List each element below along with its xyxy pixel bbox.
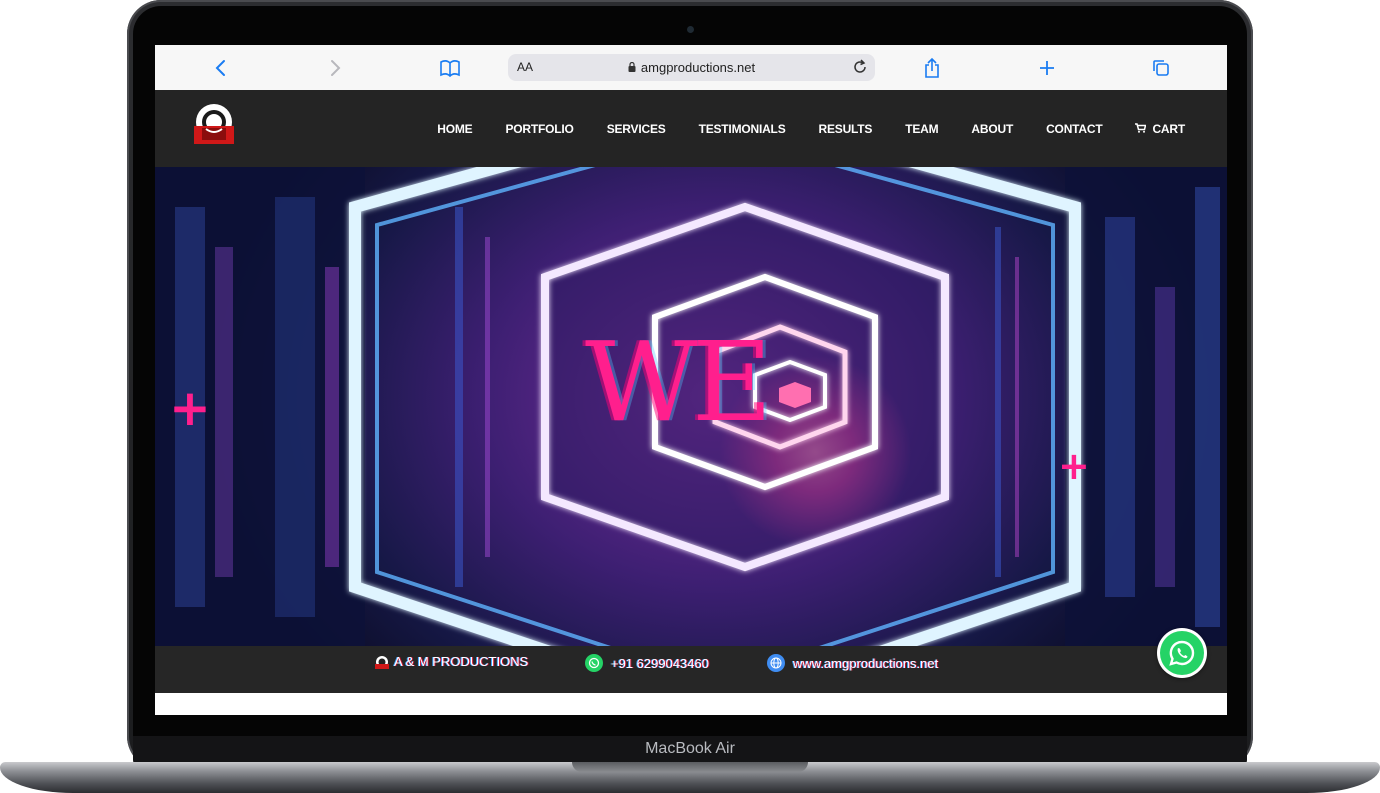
whatsapp-chat-button[interactable] bbox=[1157, 628, 1207, 678]
nav-cart-label: CART bbox=[1152, 122, 1185, 136]
plus-decoration-right: + bbox=[1058, 444, 1090, 488]
cart-icon bbox=[1135, 122, 1147, 136]
back-button[interactable] bbox=[208, 55, 234, 81]
lock-icon bbox=[628, 60, 636, 75]
plus-decoration-left: + bbox=[169, 379, 211, 437]
phone-number: +91 6299043460 bbox=[611, 655, 709, 671]
bookmarks-button[interactable] bbox=[437, 55, 463, 81]
nav-about[interactable]: ABOUT bbox=[971, 122, 1013, 136]
whatsapp-icon bbox=[585, 654, 603, 672]
nav-testimonials[interactable]: TESTIMONIALS bbox=[699, 122, 786, 136]
brand-logo-icon bbox=[373, 655, 391, 669]
camera-icon bbox=[687, 26, 694, 33]
plus-icon bbox=[1040, 61, 1054, 75]
main-menu: HOME PORTFOLIO SERVICES TESTIMONIALS RES… bbox=[437, 122, 1185, 136]
laptop-notch bbox=[572, 762, 808, 772]
tabs-button[interactable] bbox=[1148, 55, 1174, 81]
url-display[interactable]: amgproductions.net bbox=[508, 60, 875, 75]
hero-headline: WE bbox=[585, 318, 772, 446]
new-tab-button[interactable] bbox=[1034, 55, 1060, 81]
nav-team[interactable]: TEAM bbox=[905, 122, 938, 136]
website-info[interactable]: www.amgproductions.net bbox=[767, 654, 938, 672]
chevron-left-icon bbox=[215, 60, 225, 76]
nav-home[interactable]: HOME bbox=[437, 122, 472, 136]
nav-cart[interactable]: CART bbox=[1135, 122, 1185, 136]
chevron-right-icon bbox=[331, 60, 341, 76]
screen: AA amgproductions.net HOME PORTFOLIO SER… bbox=[155, 45, 1227, 715]
nav-portfolio[interactable]: PORTFOLIO bbox=[505, 122, 573, 136]
globe-icon bbox=[767, 654, 785, 672]
amg-logo[interactable] bbox=[191, 102, 237, 146]
contact-strip: A & M PRODUCTIONS +91 6299043460 www.amg… bbox=[155, 646, 1227, 693]
share-icon bbox=[925, 57, 939, 78]
address-bar[interactable]: AA amgproductions.net bbox=[508, 54, 875, 81]
hero-banner: WE + + bbox=[155, 167, 1227, 646]
site-header: HOME PORTFOLIO SERVICES TESTIMONIALS RES… bbox=[155, 90, 1227, 167]
nav-results[interactable]: RESULTS bbox=[819, 122, 873, 136]
share-button[interactable] bbox=[919, 55, 945, 81]
brand-info: A & M PRODUCTIONS bbox=[373, 654, 528, 669]
tabs-icon bbox=[1153, 60, 1169, 76]
url-text: amgproductions.net bbox=[640, 60, 756, 75]
website-url: www.amgproductions.net bbox=[793, 655, 939, 671]
reload-icon[interactable] bbox=[851, 58, 869, 76]
brand-name: A & M PRODUCTIONS bbox=[394, 654, 529, 669]
nav-contact[interactable]: CONTACT bbox=[1046, 122, 1103, 136]
forward-button[interactable] bbox=[322, 55, 348, 81]
browser-toolbar: AA amgproductions.net bbox=[155, 45, 1227, 90]
book-icon bbox=[440, 60, 460, 77]
nav-services[interactable]: SERVICES bbox=[607, 122, 666, 136]
device-label: MacBook Air bbox=[645, 740, 735, 757]
phone-info[interactable]: +91 6299043460 bbox=[585, 654, 709, 672]
whatsapp-float-icon bbox=[1160, 631, 1204, 675]
